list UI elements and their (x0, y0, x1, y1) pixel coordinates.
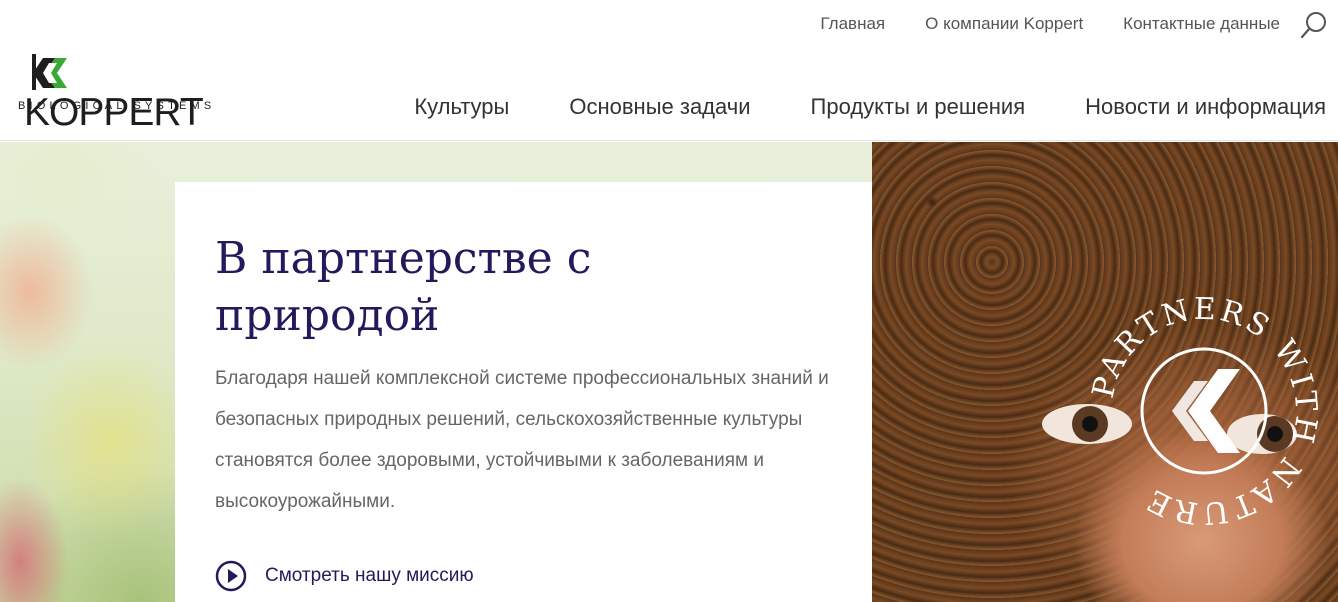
search-icon[interactable] (1300, 10, 1328, 40)
nav-item-products[interactable]: Продукты и решения (811, 94, 1026, 120)
watch-mission-label: Смотреть нашу миссию (265, 565, 474, 586)
hero-title: В партнерстве с природой (215, 233, 592, 341)
hero-card: В партнерстве с природой Благодаря нашей… (175, 182, 872, 602)
main-nav: Культуры Основные задачи Продукты и реше… (414, 94, 1326, 120)
play-circle-icon (215, 560, 247, 592)
partners-with-nature-badge: PARTNERS WITH NATURE (1090, 297, 1318, 525)
koppert-logo[interactable]: KOPPERT BIOLOGICAL SYSTEMS (18, 44, 228, 132)
nav-link-home[interactable]: Главная (820, 14, 885, 34)
site-header: KOPPERT BIOLOGICAL SYSTEMS Главная О ком… (0, 0, 1338, 141)
nav-link-contacts[interactable]: Контактные данные (1123, 14, 1280, 34)
nav-link-about[interactable]: О компании Koppert (925, 14, 1083, 34)
nav-item-news[interactable]: Новости и информация (1085, 94, 1326, 120)
nav-item-crops[interactable]: Культуры (414, 94, 509, 120)
hero-section: PARTNERS WITH NATURE В партнерстве с при… (0, 142, 1338, 602)
watch-mission-link[interactable]: Смотреть нашу миссию (215, 560, 474, 592)
logo-wordmark: KOPPERT (24, 54, 228, 132)
hero-description: Благодаря нашей комплексной системе проф… (215, 368, 829, 512)
utility-nav: Главная О компании Koppert Контактные да… (820, 14, 1280, 34)
nav-item-challenges[interactable]: Основные задачи (569, 94, 750, 120)
logo-tagline: BIOLOGICAL SYSTEMS (18, 100, 216, 112)
